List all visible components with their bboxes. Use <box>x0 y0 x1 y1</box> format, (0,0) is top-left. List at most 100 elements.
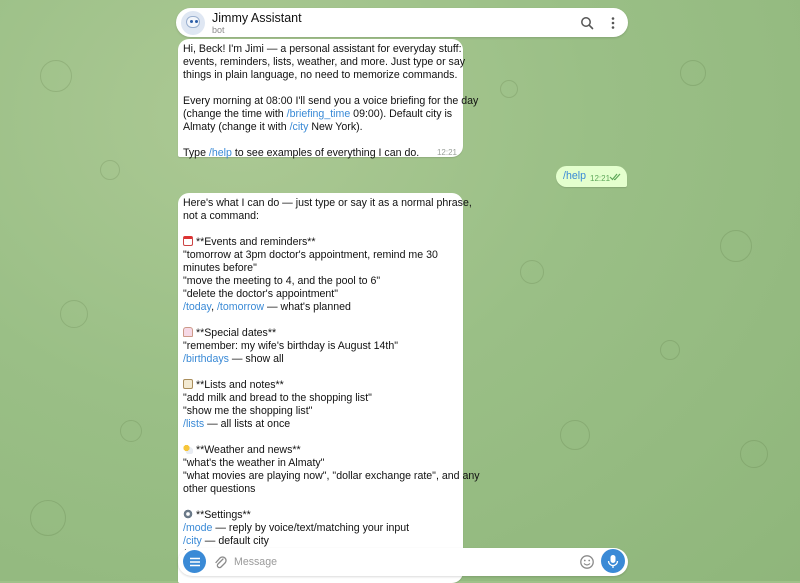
message-line: **Special dates** <box>183 327 458 340</box>
chat-title: Jimmy Assistant <box>212 11 302 25</box>
message-text-span: "delete the doctor's appointment" <box>183 288 339 300</box>
more-vertical-icon[interactable] <box>604 14 622 32</box>
message-text-span: Type <box>183 147 209 159</box>
notepad-emoji-icon <box>183 379 193 389</box>
message-line: "add milk and bread to the shopping list… <box>183 392 458 405</box>
microphone-button[interactable] <box>601 549 625 573</box>
message-line: /birthdays — show all <box>183 353 458 366</box>
menu-button[interactable] <box>183 550 206 573</box>
message-line: "tomorrow at 3pm doctor's appointment, r… <box>183 249 458 262</box>
message-line: Hi, Beck! I'm Jimi — a personal assistan… <box>183 43 462 56</box>
command-link[interactable]: /birthdays <box>183 353 229 365</box>
gear-emoji-icon <box>183 509 193 519</box>
message-line: "delete the doctor's appointment" <box>183 288 458 301</box>
microphone-icon <box>607 554 619 568</box>
message-text-span: — reply by voice/text/matching your inpu… <box>212 522 410 534</box>
message-text: Hi, Beck! I'm Jimi — a personal assistan… <box>183 43 478 160</box>
message-text-span: — show all <box>228 353 284 365</box>
message-text: Here's what I can do — just type or say … <box>183 197 480 574</box>
message-text-span: **Events and reminders** <box>196 236 316 248</box>
message-line: (change the time with /briefing_time 09:… <box>183 108 458 121</box>
message-line: Here's what I can do — just type or say … <box>183 197 472 210</box>
message-text-span: — all lists at once <box>204 418 291 430</box>
message-text-span: Hi, Beck! I'm Jimi — a personal assistan… <box>183 43 462 55</box>
message-text-span: to see examples of everything I can do. <box>231 147 420 159</box>
message-line: /today, /tomorrow — what's planned <box>183 301 458 314</box>
message-line: not a command: <box>183 210 458 223</box>
message-text-span: **Lists and notes** <box>196 379 284 391</box>
message-line: Type /help to see examples of everything… <box>183 147 458 160</box>
message-text-span: "remember: my wife's birthday is August … <box>183 340 399 352</box>
message-text-span: not a command: <box>183 210 259 222</box>
message-text-span: **Weather and news** <box>196 444 301 456</box>
sent-command-link[interactable]: /help <box>563 170 586 182</box>
message-text-span: 09:00). Default city is <box>350 108 453 120</box>
command-link[interactable]: /mode <box>183 522 212 534</box>
message-text-span: — default city <box>201 535 269 547</box>
command-link[interactable]: /help <box>209 147 232 159</box>
message-line: "show me the shopping list" <box>183 405 458 418</box>
command-link[interactable]: /briefing_time <box>287 108 351 120</box>
message-text-span: Almaty (change it with <box>183 121 290 133</box>
message-bubble-intro[interactable]: Hi, Beck! I'm Jimi — a personal assistan… <box>178 39 478 160</box>
emoji-icon[interactable] <box>579 554 595 573</box>
message-line: things in plain language, no need to mem… <box>183 69 458 82</box>
message-line: /city — default city <box>183 535 458 548</box>
message-line: Almaty (change it with /city New York). <box>183 121 458 134</box>
message-text-span: — what's planned <box>264 301 351 313</box>
message-line: other questions <box>183 483 458 496</box>
message-bubble-sent[interactable]: /help 12:21 <box>556 166 627 187</box>
double-check-icon <box>609 172 622 184</box>
message-bubble-help[interactable]: Here's what I can do — just type or say … <box>178 193 480 583</box>
command-link[interactable]: /city <box>183 535 202 547</box>
chat-subtitle: bot <box>212 25 225 35</box>
message-line: "remember: my wife's birthday is August … <box>183 340 458 353</box>
message-text-span: **Settings** <box>196 509 251 521</box>
message-text-span: "what's the weather in Almaty" <box>183 457 325 469</box>
message-text-span: "add milk and bread to the shopping list… <box>183 392 372 404</box>
message-composer <box>178 548 628 576</box>
command-link[interactable]: /lists <box>183 418 204 430</box>
message-line: "move the meeting to 4, and the pool to … <box>183 275 458 288</box>
message-line: "what movies are playing now", "dollar e… <box>183 470 480 483</box>
message-text-span: Here's what I can do — just type or say … <box>183 197 472 209</box>
message-line: **Settings** <box>183 509 458 522</box>
message-line: **Weather and news** <box>183 444 458 457</box>
message-line: Every morning at 08:00 I'll send you a v… <box>183 95 478 108</box>
message-text-span: (change the time with <box>183 108 287 120</box>
chat-header[interactable]: Jimmy Assistant bot <box>176 8 628 37</box>
message-text-span: **Special dates** <box>196 327 277 339</box>
message-line: minutes before" <box>183 262 458 275</box>
message-text-span: other questions <box>183 483 256 495</box>
message-input[interactable] <box>234 554 564 570</box>
avatar[interactable] <box>181 11 205 35</box>
message-text-span: "what movies are playing now", "dollar e… <box>183 470 480 482</box>
message-line: **Lists and notes** <box>183 379 458 392</box>
menu-icon <box>189 557 200 566</box>
cake-emoji-icon <box>183 327 193 337</box>
message-text-span: minutes before" <box>183 262 257 274</box>
attach-icon[interactable] <box>213 554 227 573</box>
sun-cloud-emoji-icon <box>183 444 193 454</box>
message-time: 12:21 <box>436 148 457 157</box>
message-text-span: Every morning at 08:00 I'll send you a v… <box>183 95 479 107</box>
message-line: /lists — all lists at once <box>183 418 458 431</box>
calendar-emoji-icon <box>183 236 193 246</box>
message-line: events, reminders, lists, weather, and m… <box>183 56 465 69</box>
message-text-span: things in plain language, no need to mem… <box>183 69 458 81</box>
message-text-span: New York). <box>308 121 363 133</box>
message-text-span: "move the meeting to 4, and the pool to … <box>183 275 381 287</box>
search-icon[interactable] <box>578 14 596 32</box>
message-time: 12:21 <box>590 174 611 183</box>
message-line: /mode — reply by voice/text/matching you… <box>183 522 458 535</box>
message-text-span: events, reminders, lists, weather, and m… <box>183 56 466 68</box>
command-link[interactable]: /tomorrow <box>217 301 264 313</box>
command-link[interactable]: /city <box>290 121 309 133</box>
message-text-span: "tomorrow at 3pm doctor's appointment, r… <box>183 249 438 261</box>
command-link[interactable]: /today <box>183 301 211 313</box>
